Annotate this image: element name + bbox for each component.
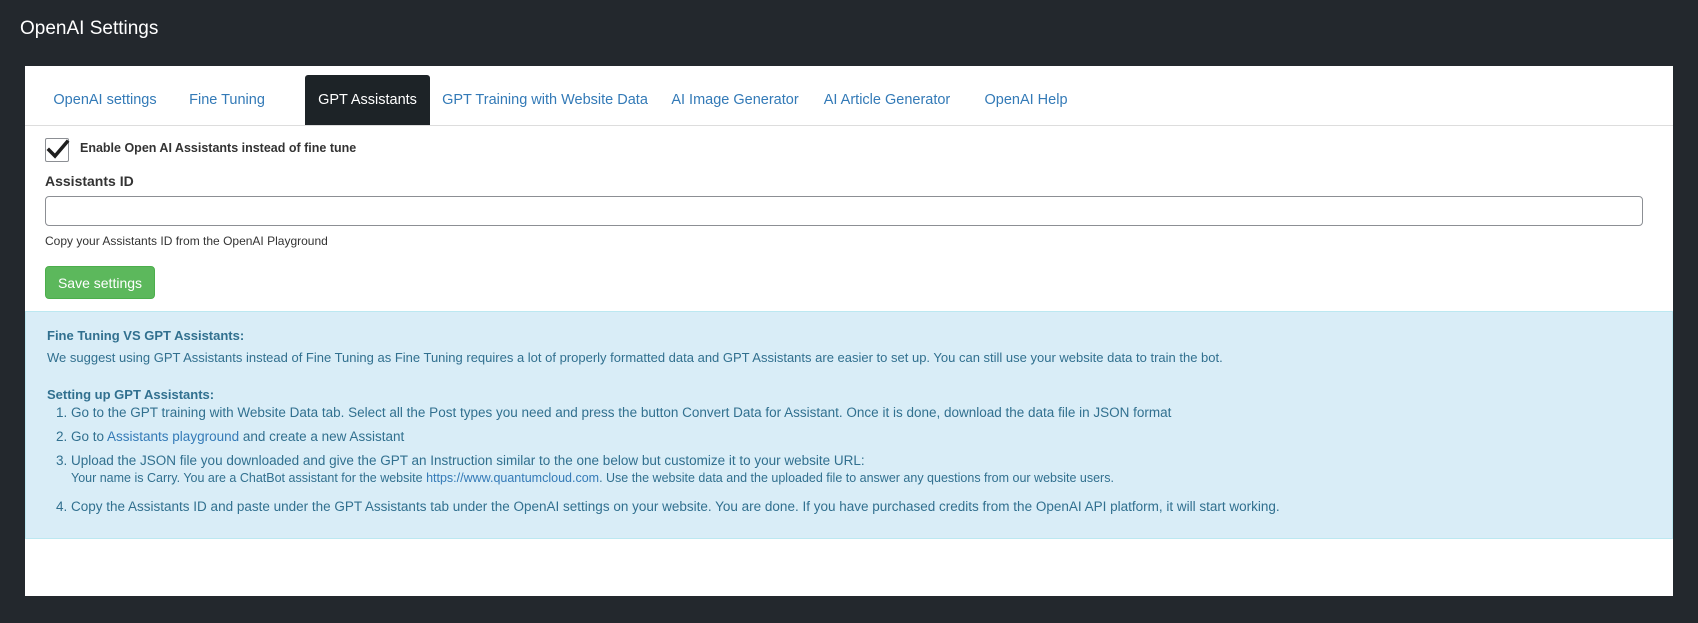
tab-openai-help[interactable]: OpenAI Help: [973, 75, 1079, 125]
tab-openai-settings[interactable]: OpenAI settings: [41, 75, 169, 125]
assistants-id-help: Copy your Assistants ID from the OpenAI …: [45, 234, 328, 248]
assistants-id-input[interactable]: [45, 196, 1643, 226]
tab-gpt-assistants[interactable]: GPT Assistants: [305, 75, 430, 125]
tab-ai-article-generator[interactable]: AI Article Generator: [819, 75, 955, 125]
step-item: 2. Go to Assistants playground and create…: [56, 429, 405, 444]
assistants-playground-link[interactable]: Assistants playground: [107, 429, 239, 444]
page-title: OpenAI Settings: [20, 18, 159, 39]
checkmark-icon: [46, 139, 70, 159]
step-item: 4. Copy the Assistants ID and paste under…: [56, 499, 1280, 514]
step-item: 3. Upload the JSON file you downloaded an…: [56, 453, 865, 468]
tab-ai-image-generator[interactable]: AI Image Generator: [665, 75, 805, 125]
step-item: 1. Go to the GPT training with Website Da…: [56, 405, 1172, 420]
save-settings-button[interactable]: Save settings: [45, 266, 155, 299]
info-box: Fine Tuning VS GPT Assistants: We sugges…: [25, 311, 1673, 539]
instruction-example: Your name is Carry. You are a ChatBot as…: [71, 471, 1114, 485]
tab-gpt-training-website-data[interactable]: GPT Training with Website Data: [442, 75, 648, 125]
tab-bar: OpenAI settings Fine Tuning GPT Assistan…: [25, 75, 1673, 126]
tab-fine-tuning[interactable]: Fine Tuning: [181, 75, 273, 125]
info-heading-setup: Setting up GPT Assistants:: [47, 387, 215, 402]
info-heading-comparison: Fine Tuning VS GPT Assistants:: [47, 328, 245, 343]
enable-assistants-checkbox[interactable]: [45, 138, 70, 162]
quantumcloud-link[interactable]: https://www.quantumcloud.com: [426, 471, 599, 485]
assistants-id-label: Assistants ID: [45, 173, 134, 189]
enable-assistants-label: Enable Open AI Assistants instead of fin…: [80, 141, 357, 155]
info-paragraph: We suggest using GPT Assistants instead …: [47, 350, 1223, 365]
settings-panel: OpenAI settings Fine Tuning GPT Assistan…: [25, 66, 1673, 596]
